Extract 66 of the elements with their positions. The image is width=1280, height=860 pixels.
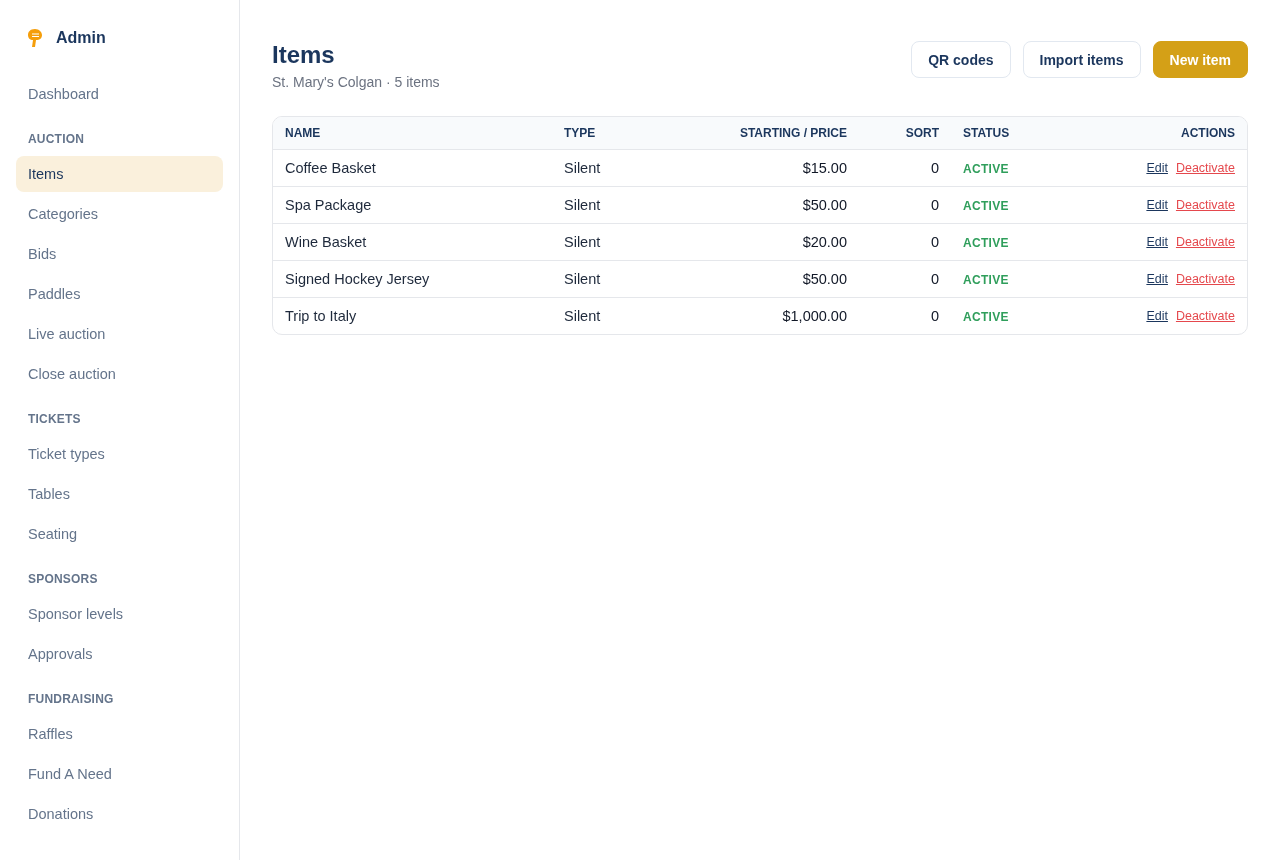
table-cell-text: 0 xyxy=(929,271,940,287)
table-cell-text: $50.00 xyxy=(801,271,848,287)
table-cell-text: 0 xyxy=(929,197,940,213)
table-cell-text: $20.00 xyxy=(801,234,848,250)
page-title: Items xyxy=(272,40,336,70)
table-cell-text: $50.00 xyxy=(801,197,848,213)
table-cell-text: 0 xyxy=(929,160,940,176)
action-link[interactable]: Edit xyxy=(1146,272,1168,286)
section-heading: AUCTION xyxy=(28,131,86,147)
section-heading: TICKETS xyxy=(28,411,82,427)
sidebar-item[interactable]: Ticket types xyxy=(16,436,223,472)
table-cell-text: Coffee Basket xyxy=(284,160,377,176)
column-header: NAME xyxy=(284,126,322,140)
status-label: ACTIVE xyxy=(963,273,1009,287)
table-cell-text: Trip to Italy xyxy=(284,308,358,324)
action-link[interactable]: Edit xyxy=(1146,309,1168,323)
action-link[interactable]: Deactivate xyxy=(1175,272,1235,286)
column-header: ACTIONS xyxy=(1180,126,1236,140)
toolbar-button[interactable]: Import items xyxy=(1022,41,1141,78)
table-cell-text: 0 xyxy=(929,308,940,324)
sidebar-item[interactable]: Live auction xyxy=(16,316,223,352)
sidebar-item[interactable]: Close auction xyxy=(16,356,223,392)
action-link[interactable]: Deactivate xyxy=(1175,198,1235,212)
table-cell-text: Silent xyxy=(563,308,602,324)
action-link[interactable]: Deactivate xyxy=(1175,161,1235,175)
status-label: ACTIVE xyxy=(963,310,1009,324)
action-link[interactable]: Edit xyxy=(1146,198,1168,212)
column-header: TYPE xyxy=(563,126,597,140)
action-link[interactable]: Edit xyxy=(1146,235,1168,249)
sidebar-item[interactable]: Paddles xyxy=(16,276,223,312)
page-subtitle: St. Mary's Colgan · 5 items xyxy=(272,73,440,92)
action-link[interactable]: Deactivate xyxy=(1175,309,1235,323)
sidebar-item[interactable]: Bids xyxy=(16,236,223,272)
sidebar-item[interactable]: Approvals xyxy=(16,636,223,672)
status-label: ACTIVE xyxy=(963,162,1009,176)
sidebar-item[interactable]: Seating xyxy=(16,516,223,552)
paddle-icon xyxy=(26,28,44,48)
status-label: ACTIVE xyxy=(963,236,1009,250)
table-cell-text: Silent xyxy=(563,234,602,250)
table-cell-text: Silent xyxy=(563,271,602,287)
toolbar-button[interactable]: QR codes xyxy=(911,41,1011,78)
section-heading: FUNDRAISING xyxy=(28,691,115,707)
sidebar-item[interactable]: Categories xyxy=(16,196,223,232)
table-cell-text: Signed Hockey Jersey xyxy=(284,271,431,287)
table-cell-text: Wine Basket xyxy=(284,234,368,250)
column-header: STATUS xyxy=(962,126,1011,140)
brand-name: Admin xyxy=(56,29,106,47)
column-header: SORT xyxy=(904,126,940,140)
action-link[interactable]: Deactivate xyxy=(1175,235,1235,249)
status-label: ACTIVE xyxy=(963,199,1009,213)
sidebar-item[interactable]: Dashboard xyxy=(16,76,223,112)
table-cell-text: Silent xyxy=(563,160,602,176)
column-header: STARTING / PRICE xyxy=(738,126,848,140)
section-heading: SPONSORS xyxy=(28,571,99,587)
table-cell-text: $15.00 xyxy=(801,160,848,176)
action-link[interactable]: Edit xyxy=(1146,161,1168,175)
sidebar-item[interactable]: Sponsor levels xyxy=(16,596,223,632)
sidebar-item[interactable]: Items xyxy=(16,156,223,192)
table-cell-text: Spa Package xyxy=(284,197,373,213)
sidebar-item[interactable]: Tables xyxy=(16,476,223,512)
sidebar-item[interactable]: Raffles xyxy=(16,716,223,752)
table-cell-text: 0 xyxy=(929,234,940,250)
table-cell-text: Silent xyxy=(563,197,602,213)
table-cell-text: $1,000.00 xyxy=(781,308,848,324)
sidebar-item[interactable]: Fund A Need xyxy=(16,756,223,792)
sidebar-item[interactable]: Donations xyxy=(16,796,223,832)
